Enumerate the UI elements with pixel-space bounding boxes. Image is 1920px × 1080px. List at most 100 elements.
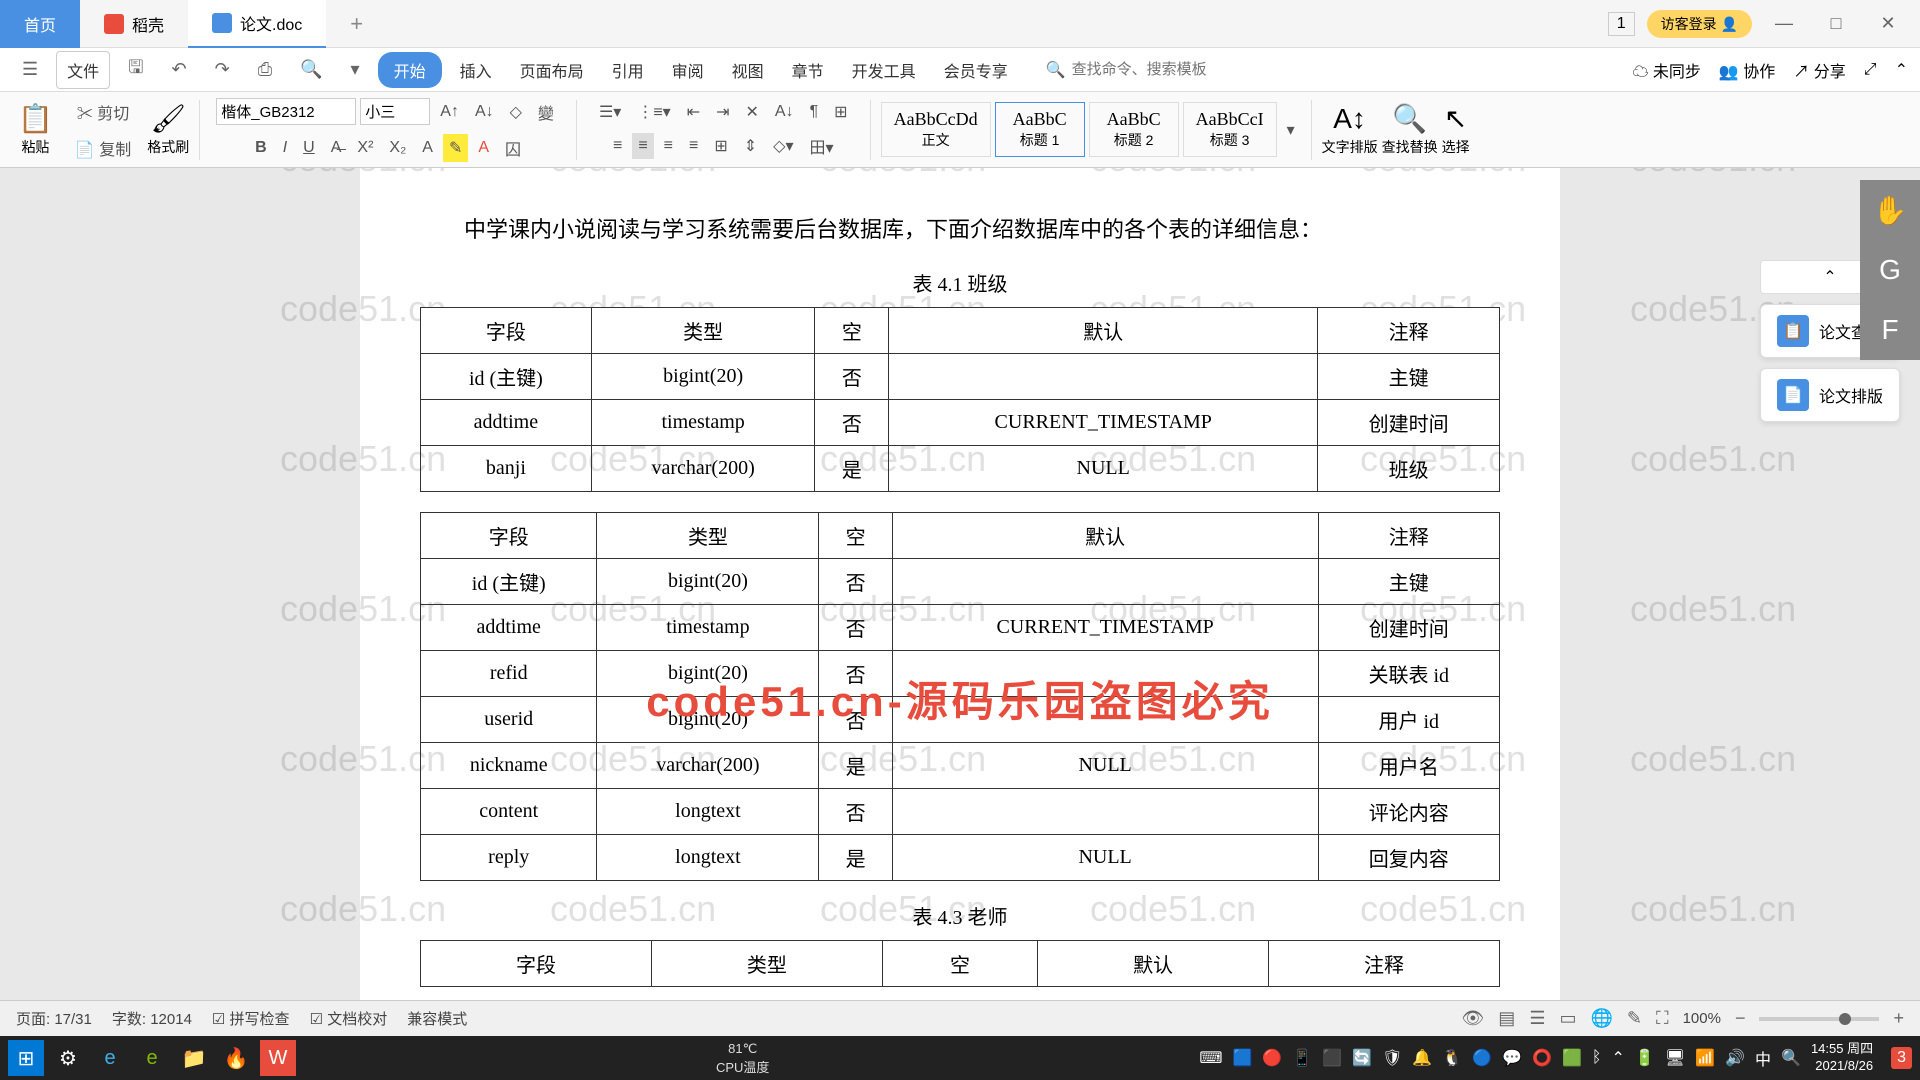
- style-heading3[interactable]: AaBbCcI标题 3: [1183, 102, 1277, 157]
- tray-ico9[interactable]: 🟩: [1562, 1048, 1582, 1068]
- align-right-icon[interactable]: ≡: [658, 133, 679, 159]
- tray-battery-icon[interactable]: 🔋: [1635, 1048, 1655, 1068]
- task-wps[interactable]: W: [260, 1040, 296, 1076]
- clear-format-icon[interactable]: ◇: [504, 98, 528, 126]
- tray-ime-icon[interactable]: 中: [1755, 1046, 1771, 1070]
- menu-start[interactable]: 开始: [378, 52, 442, 88]
- para-mark-icon[interactable]: ¶: [804, 99, 825, 125]
- task-ie[interactable]: e: [92, 1040, 128, 1076]
- tray-ico6[interactable]: 🐧: [1442, 1048, 1462, 1068]
- phonetic-icon[interactable]: 變: [532, 96, 560, 128]
- fit-icon[interactable]: ⛶: [1656, 1008, 1669, 1029]
- copy-button[interactable]: 📄 复制: [69, 132, 137, 164]
- menu-member[interactable]: 会员专享: [934, 52, 1018, 88]
- tray-keyboard-icon[interactable]: ⌨: [1199, 1048, 1222, 1068]
- zoom-in[interactable]: +: [1893, 1008, 1904, 1029]
- tray-ico5[interactable]: 🔄: [1352, 1048, 1372, 1068]
- maximize-button[interactable]: □: [1816, 4, 1856, 44]
- paste-button[interactable]: 📋粘贴: [18, 102, 53, 157]
- clock[interactable]: 14:55 周四2021/8/26: [1811, 1041, 1881, 1075]
- tray-ico2[interactable]: 🔴: [1262, 1048, 1282, 1068]
- minimize-button[interactable]: —: [1764, 4, 1804, 44]
- numbering-icon[interactable]: ⋮≡▾: [631, 98, 676, 126]
- align-distribute-icon[interactable]: ⊞: [708, 132, 733, 160]
- search-input[interactable]: [1072, 61, 1272, 78]
- style-body[interactable]: AaBbCcDd正文: [881, 102, 991, 157]
- menu-view[interactable]: 视图: [722, 52, 774, 88]
- underline-button[interactable]: U: [297, 135, 321, 161]
- expand-icon[interactable]: ⤢: [1864, 61, 1877, 79]
- spell-check[interactable]: ☑ 拼写检查: [212, 1008, 290, 1029]
- tray-ico4[interactable]: ⬛: [1322, 1048, 1342, 1068]
- login-button[interactable]: 访客登录 👤: [1647, 10, 1752, 38]
- tab-daoke[interactable]: 稻壳: [80, 0, 188, 48]
- rtab-f[interactable]: F: [1860, 300, 1920, 360]
- line-spacing-icon[interactable]: ⇕: [738, 132, 763, 160]
- view-web-icon[interactable]: 🌐: [1590, 1008, 1612, 1029]
- collab-button[interactable]: 👥 协作: [1719, 58, 1775, 82]
- shading-icon[interactable]: ◇▾: [767, 132, 799, 160]
- tray-volume-icon[interactable]: 🔊: [1725, 1048, 1745, 1068]
- font-select[interactable]: [216, 98, 356, 125]
- tray-notif-icon[interactable]: 3: [1891, 1047, 1912, 1069]
- tab-new[interactable]: +: [326, 0, 387, 48]
- menu-reference[interactable]: 引用: [602, 52, 654, 88]
- indent-decrease-icon[interactable]: ⇤: [681, 98, 706, 126]
- view-page-icon[interactable]: ▤: [1498, 1008, 1515, 1029]
- format-painter[interactable]: 🖌格式刷: [147, 102, 189, 157]
- strikethrough-button[interactable]: A̶: [325, 135, 348, 161]
- select-button[interactable]: ↖选择: [1442, 102, 1470, 157]
- cut-button[interactable]: ✂ 剪切: [71, 96, 135, 128]
- zoom-slider[interactable]: [1759, 1017, 1879, 1021]
- style-heading1[interactable]: AaBbC标题 1: [995, 102, 1085, 157]
- zoom-out[interactable]: −: [1735, 1008, 1746, 1029]
- start-button[interactable]: ⊞: [8, 1040, 44, 1076]
- tray-wechat-icon[interactable]: 💬: [1502, 1048, 1522, 1068]
- tray-chevron-icon[interactable]: ⌃: [1612, 1048, 1625, 1068]
- indent-increase-icon[interactable]: ⇥: [710, 98, 735, 126]
- style-heading2[interactable]: AaBbC标题 2: [1089, 102, 1179, 157]
- dropdown-icon[interactable]: ▾: [341, 53, 370, 86]
- tray-search-icon[interactable]: 🔍: [1781, 1048, 1801, 1068]
- tray-wifi-icon[interactable]: 📶: [1695, 1048, 1715, 1068]
- font-color-icon[interactable]: A: [472, 135, 495, 161]
- borders-icon[interactable]: 田▾: [804, 130, 840, 162]
- share-button[interactable]: ↗ 分享: [1793, 58, 1845, 82]
- asian-layout-icon[interactable]: ✕: [740, 98, 765, 126]
- text-effect-icon[interactable]: A: [416, 135, 439, 161]
- close-button[interactable]: ✕: [1868, 4, 1908, 44]
- paper-layout[interactable]: 📄论文排版: [1760, 368, 1900, 422]
- print-icon[interactable]: ⎙: [248, 53, 282, 86]
- superscript-button[interactable]: X²: [351, 135, 379, 161]
- size-select[interactable]: [360, 98, 430, 125]
- menu-chapter[interactable]: 章节: [782, 52, 834, 88]
- shrink-font-icon[interactable]: A↓: [469, 99, 500, 125]
- tray-display-icon[interactable]: 🖥: [1665, 1048, 1685, 1068]
- save-icon[interactable]: 🖫: [118, 49, 153, 91]
- edit-icon[interactable]: ✎: [1627, 1008, 1642, 1029]
- grow-font-icon[interactable]: A↑: [434, 99, 465, 125]
- subscript-button[interactable]: X₂: [383, 135, 412, 161]
- highlight-icon[interactable]: ✎: [443, 134, 468, 162]
- text-direction[interactable]: A↕文字排版: [1322, 103, 1378, 157]
- collapse-ribbon-icon[interactable]: ⌃: [1895, 60, 1908, 80]
- char-border-icon[interactable]: 囚: [499, 132, 527, 164]
- file-menu[interactable]: 文件: [56, 51, 110, 89]
- task-app2[interactable]: 🔥: [218, 1040, 254, 1076]
- tray-ico1[interactable]: 🟦: [1232, 1048, 1252, 1068]
- tray-ico7[interactable]: 🔵: [1472, 1048, 1492, 1068]
- weather-widget[interactable]: 81℃CPU温度: [716, 1041, 769, 1076]
- tab-document[interactable]: 论文.doc: [188, 0, 326, 48]
- sync-status[interactable]: ☁ 未同步: [1632, 58, 1700, 82]
- hamburger-icon[interactable]: ☰: [12, 53, 48, 86]
- doc-proof[interactable]: ☑ 文档校对: [310, 1008, 388, 1029]
- preview-icon[interactable]: 🔍: [290, 53, 332, 86]
- italic-button[interactable]: I: [277, 135, 293, 161]
- menu-review[interactable]: 审阅: [662, 52, 714, 88]
- undo-icon[interactable]: ↶: [162, 53, 197, 86]
- align-justify-icon[interactable]: ≡: [683, 133, 704, 159]
- tray-bell-icon[interactable]: 🔔: [1412, 1048, 1432, 1068]
- view-outline-icon[interactable]: ☰: [1529, 1008, 1545, 1029]
- align-left-icon[interactable]: ≡: [607, 133, 628, 159]
- bullets-icon[interactable]: ☰▾: [593, 98, 627, 126]
